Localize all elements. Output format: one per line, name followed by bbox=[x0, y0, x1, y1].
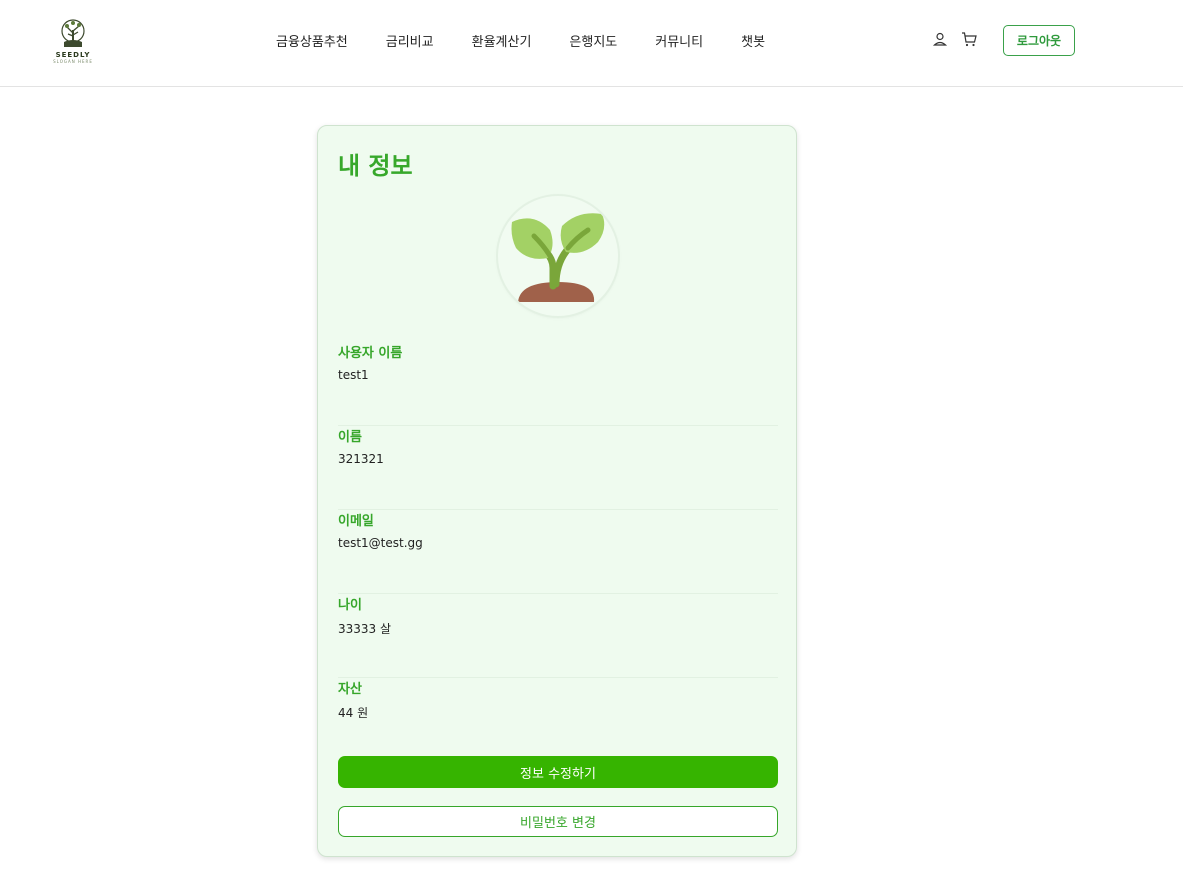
logo-name: SEEDLY bbox=[55, 51, 91, 59]
field-email: 이메일 test1@test.gg bbox=[338, 510, 778, 594]
field-label: 이름 bbox=[338, 430, 362, 445]
profile-card: 내 정보 사용자 이름 test1 이름 321321 이메일 test1@te… bbox=[317, 125, 797, 857]
nav-product-recommend[interactable]: 금융상품추천 bbox=[276, 31, 348, 50]
logo-slogan: SLOGAN HERE bbox=[53, 59, 93, 64]
field-value: test1@test.gg bbox=[338, 536, 423, 550]
nav-bank-map[interactable]: 은행지도 bbox=[569, 31, 617, 50]
seedly-logo[interactable]: SEEDLY SLOGAN HERE bbox=[44, 18, 102, 68]
change-password-button[interactable]: 비밀번호 변경 bbox=[338, 806, 778, 837]
field-value: test1 bbox=[338, 368, 369, 382]
cart-icon[interactable] bbox=[961, 31, 977, 47]
field-label: 사용자 이름 bbox=[338, 346, 403, 361]
logout-button[interactable]: 로그아웃 bbox=[1003, 25, 1075, 56]
field-label: 이메일 bbox=[338, 514, 374, 529]
field-username: 사용자 이름 test1 bbox=[338, 342, 778, 426]
field-name: 이름 321321 bbox=[338, 426, 778, 510]
field-label: 자산 bbox=[338, 682, 362, 697]
nav-exchange-calculator[interactable]: 환율계산기 bbox=[472, 31, 532, 50]
top-header: SEEDLY SLOGAN HERE 금융상품추천 금리비교 환율계산기 은행지… bbox=[0, 0, 1183, 87]
nav-chatbot[interactable]: 챗봇 bbox=[741, 31, 765, 50]
edit-info-button[interactable]: 정보 수정하기 bbox=[338, 756, 778, 788]
header-icon-group bbox=[932, 31, 990, 47]
field-assets: 자산 44 원 bbox=[338, 678, 778, 762]
tree-logo-icon bbox=[61, 19, 85, 47]
page-title: 내 정보 bbox=[338, 152, 413, 180]
nav-community[interactable]: 커뮤니티 bbox=[655, 31, 703, 50]
avatar bbox=[498, 196, 618, 316]
field-label: 나이 bbox=[338, 598, 362, 613]
user-icon[interactable] bbox=[932, 31, 948, 47]
field-value: 321321 bbox=[338, 452, 384, 466]
nav-rate-compare[interactable]: 금리비교 bbox=[386, 31, 434, 50]
sprout-icon bbox=[511, 213, 605, 302]
field-age: 나이 33333 살 bbox=[338, 594, 778, 678]
main-nav: 금융상품추천 금리비교 환율계산기 은행지도 커뮤니티 챗봇 bbox=[276, 30, 765, 50]
field-value: 44 원 bbox=[338, 706, 369, 720]
field-value: 33333 살 bbox=[338, 622, 392, 636]
